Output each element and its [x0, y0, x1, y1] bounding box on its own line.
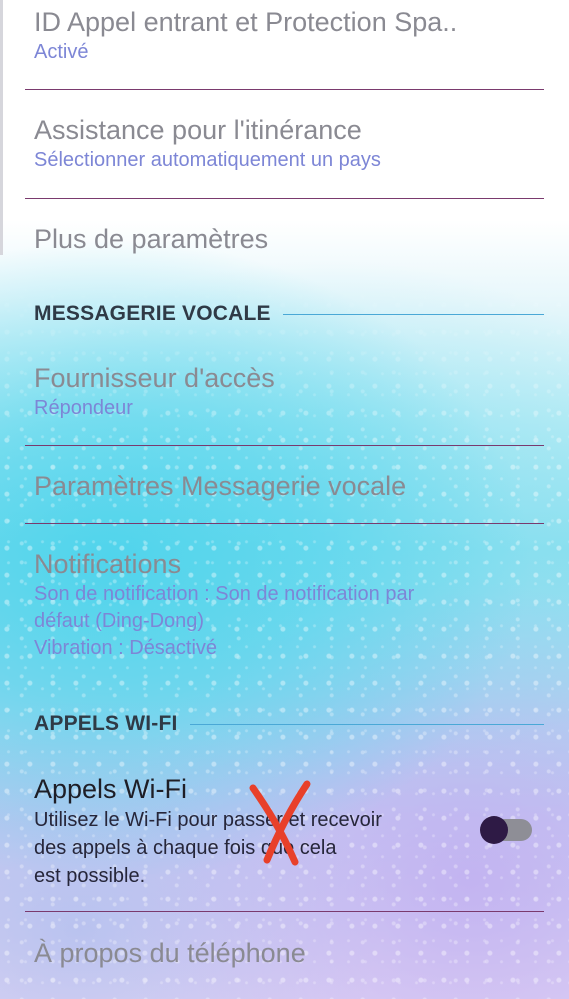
setting-voicemail-settings-title: Paramètres Messagerie vocale — [34, 471, 407, 501]
section-voicemail-label: MESSAGERIE VOCALE — [34, 302, 271, 325]
section-wifi-line — [189, 723, 544, 725]
setting-caller-id-title: ID Appel entrant et Protection Spa.. — [34, 7, 458, 37]
setting-more-settings[interactable]: Plus de paramètres — [34, 222, 543, 256]
divider — [25, 89, 544, 90]
setting-provider-subtitle: Répondeur — [34, 397, 133, 419]
divider — [25, 445, 544, 446]
setting-caller-id-subtitle: Activé — [34, 41, 89, 63]
setting-provider[interactable]: Fournisseur d'accès Répondeur — [34, 361, 543, 422]
section-header-wifi: APPELS WI-FI — [34, 712, 544, 736]
setting-notifications-line3: Vibration : Désactivé — [34, 637, 218, 659]
setting-more-settings-title: Plus de paramètres — [34, 224, 269, 254]
setting-caller-id[interactable]: ID Appel entrant et Protection Spa.. Act… — [34, 5, 543, 66]
setting-notifications[interactable]: Notifications Son de notification : Son … — [34, 547, 543, 662]
toggle-knob — [480, 816, 508, 844]
settings-list: ID Appel entrant et Protection Spa.. Act… — [0, 0, 569, 999]
divider — [25, 523, 544, 524]
setting-provider-title: Fournisseur d'accès — [34, 363, 275, 393]
divider — [25, 198, 544, 199]
setting-about-phone[interactable]: À propos du téléphone — [34, 936, 543, 970]
setting-wifi-calling-line3: est possible. — [34, 865, 146, 887]
section-voicemail-line — [282, 313, 544, 315]
setting-notifications-line1: Son de notification : Son de notificatio… — [34, 583, 415, 605]
setting-roaming[interactable]: Assistance pour l'itinérance Sélectionne… — [34, 113, 543, 174]
divider — [25, 911, 544, 912]
setting-roaming-title: Assistance pour l'itinérance — [34, 115, 362, 145]
setting-notifications-title: Notifications — [34, 549, 182, 579]
section-header-voicemail: MESSAGERIE VOCALE — [34, 302, 544, 326]
setting-about-phone-title: À propos du téléphone — [34, 938, 306, 968]
setting-voicemail-settings[interactable]: Paramètres Messagerie vocale — [34, 469, 543, 503]
red-cross-mark-icon — [249, 780, 311, 866]
setting-notifications-line2: défaut (Ding-Dong) — [34, 610, 205, 632]
setting-wifi-calling-line2: des appels à chaque fois que cela — [34, 837, 337, 859]
setting-wifi-calling-line1: Utilisez le Wi-Fi pour passer et recevoi… — [34, 809, 382, 831]
section-wifi-label: APPELS WI-FI — [34, 712, 178, 735]
setting-roaming-subtitle: Sélectionner automatiquement un pays — [34, 149, 381, 171]
wifi-calling-toggle[interactable] — [480, 816, 532, 844]
